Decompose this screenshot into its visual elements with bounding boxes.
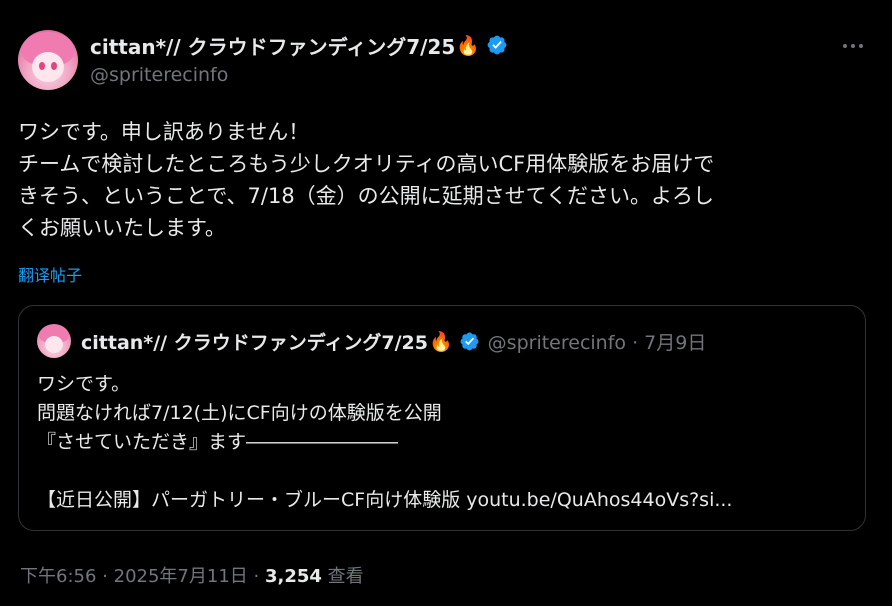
quoted-line: [37, 457, 732, 486]
views-label: 查看: [327, 566, 364, 587]
more-dots-icon[interactable]: [838, 36, 868, 56]
translate-post-link[interactable]: 翻译帖子: [18, 262, 82, 286]
meta-separator: ·: [253, 566, 260, 587]
verified-badge-icon: [460, 332, 479, 350]
tweet-date[interactable]: 2025年7月11日: [114, 566, 248, 587]
author-avatar[interactable]: [18, 30, 78, 90]
meta-separator: ·: [102, 566, 108, 587]
tweet-line: ワシです。申し訳ありません！: [18, 120, 310, 144]
quoted-line: 問題なければ7/12(土)にCF向けの体験版を公開: [37, 402, 442, 424]
quoted-line: ワシです。: [37, 373, 131, 395]
author-handle[interactable]: @spriterecinfo: [90, 64, 228, 86]
tweet-time[interactable]: 下午6:56: [20, 566, 96, 587]
views-count: 3,254: [265, 566, 322, 587]
quoted-line: 『させていただき』ます――――――――: [37, 431, 399, 453]
quoted-tweet-card[interactable]: cittan*// クラウドファンディング7/25 🔥 @spriterecin…: [18, 305, 866, 531]
tweet-line: チームで検討したところもう少しクオリティの高いCF用体験版をお届けで: [18, 152, 715, 176]
verified-badge-icon[interactable]: [486, 34, 508, 56]
tweet-line: きそう、ということで、7/18（金）の公開に延期させてください。よろし: [18, 184, 715, 208]
fire-emoji: 🔥: [429, 330, 453, 353]
tweet-meta: 下午6:56 · 2025年7月11日 · 3,254 查看: [20, 562, 364, 588]
quoted-line: 【近日公開】パーガトリー・ブルーCF向け体験版 youtu.be/QuAhos4…: [37, 489, 733, 511]
quoted-header: cittan*// クラウドファンディング7/25 🔥 @spriterecin…: [81, 328, 706, 354]
tweet-line: くお願いいたします。: [18, 216, 226, 240]
author-display-name[interactable]: cittan*// クラウドファンディング7/25: [90, 31, 455, 60]
quoted-author-avatar[interactable]: [37, 324, 71, 358]
tweet-text: ワシです。申し訳ありません！ チームで検討したところもう少しクオリティの高いCF…: [18, 116, 878, 244]
quoted-display-name: cittan*// クラウドファンディング7/25: [81, 331, 428, 354]
author-name-row[interactable]: cittan*// クラウドファンディング7/25 🔥: [90, 31, 508, 60]
quoted-text: ワシです。 問題なければ7/12(土)にCF向けの体験版を公開 『させていただき…: [37, 370, 732, 515]
fire-emoji: 🔥: [456, 34, 480, 57]
quoted-handle-date: @spriterecinfo · 7月9日: [487, 331, 707, 354]
